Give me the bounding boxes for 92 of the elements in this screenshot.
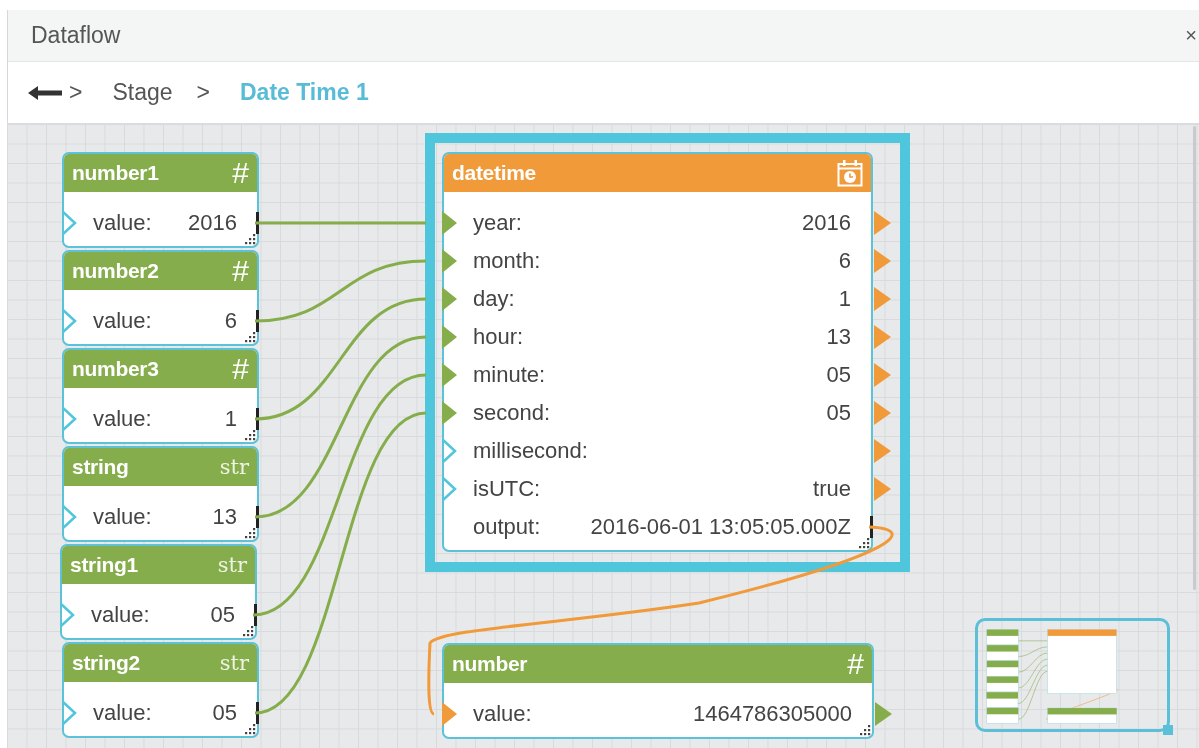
field-value: 6 (837, 248, 851, 274)
input-port-icon[interactable] (442, 249, 458, 273)
resize-grip-icon[interactable] (244, 723, 256, 735)
field-value: 05 (211, 700, 237, 726)
field-label: value: (93, 406, 152, 432)
input-port-icon[interactable] (442, 363, 458, 387)
node-card[interactable]: string2 str value: 05 (62, 642, 259, 738)
field-label: second: (473, 400, 551, 426)
input-port-icon[interactable] (442, 325, 458, 349)
input-port-icon[interactable] (442, 287, 458, 311)
output-port-handle[interactable] (256, 506, 259, 528)
panel-title: Dataflow (31, 22, 121, 49)
resize-handle[interactable] (1163, 725, 1173, 735)
field-value: 1 (837, 286, 851, 312)
type-symbol: # (232, 354, 249, 384)
input-port-icon[interactable] (62, 505, 78, 529)
field-label: value: (93, 504, 152, 530)
node-title: number3 (72, 357, 159, 381)
node-title: number (452, 652, 528, 676)
field-label: value: (93, 308, 152, 334)
field-value: 05 (209, 602, 235, 628)
resize-grip-icon[interactable] (244, 233, 256, 245)
field-label: value: (93, 700, 152, 726)
type-symbol: str (219, 455, 249, 479)
node-title: string2 (72, 651, 140, 675)
resize-grip-icon[interactable] (244, 331, 256, 343)
node-card[interactable]: number # value: 1464786305000 (442, 643, 874, 739)
input-port-icon[interactable] (60, 603, 76, 627)
node-card[interactable]: number1 # value: 2016 (62, 152, 259, 248)
field-label: minute: (473, 362, 546, 388)
breadcrumb-separator: > (196, 79, 210, 106)
node-title: datetime (452, 161, 536, 185)
breadcrumb-separator: > (69, 79, 83, 106)
type-symbol: str (217, 553, 247, 577)
field-value: 2016 (187, 210, 237, 236)
field-value: true (812, 476, 851, 502)
input-port-icon[interactable] (62, 407, 78, 431)
input-port-icon[interactable] (442, 211, 458, 235)
node-card[interactable]: number2 # value: 6 (62, 250, 259, 346)
type-symbol: # (232, 158, 249, 188)
resize-grip-icon[interactable] (242, 625, 254, 637)
resize-grip-icon[interactable] (858, 537, 870, 549)
field-label: year: (473, 210, 522, 236)
node-title: string (72, 455, 129, 479)
output-port-handle[interactable] (870, 516, 873, 538)
resize-grip-icon[interactable] (859, 724, 871, 736)
calendar-clock-icon (837, 159, 863, 187)
input-port-icon[interactable] (442, 439, 458, 463)
field-label: millisecond: (473, 438, 588, 464)
close-button[interactable]: × (1183, 24, 1199, 47)
field-value: 1 (223, 406, 237, 432)
output-port-handle[interactable] (256, 310, 259, 332)
field-value: 6 (223, 308, 237, 334)
node-title: string1 (70, 553, 138, 577)
breadcrumb-link[interactable]: Stage (112, 79, 173, 106)
field-value: 13 (211, 504, 237, 530)
field-label: isUTC: (473, 476, 541, 502)
field-label: hour: (473, 324, 524, 350)
resize-grip-icon[interactable] (244, 429, 256, 441)
field-label: value: (91, 602, 150, 628)
field-label: output: (473, 514, 541, 540)
input-port-icon[interactable] (62, 211, 78, 235)
input-port-icon[interactable] (442, 401, 458, 425)
node-title: number1 (72, 161, 159, 185)
field-value: 2016 (801, 210, 851, 236)
field-value: 05 (825, 362, 851, 388)
output-port-handle[interactable] (254, 604, 257, 626)
node-card[interactable]: datetime year: 2016 month: 6 day: 1 hour: 13 minute: 05 second: 05 millisecond: isUTC: true output: 2016-06-01 13:05:05.000Z (442, 152, 873, 552)
input-port-icon[interactable] (62, 309, 78, 333)
type-symbol: str (219, 651, 249, 675)
back-arrow-icon[interactable] (28, 84, 62, 101)
field-label: day: (473, 286, 515, 312)
resize-grip-icon[interactable] (244, 527, 256, 539)
field-label: value: (473, 701, 532, 727)
field-label: value: (93, 210, 152, 236)
node-title: number2 (72, 259, 159, 283)
node-card[interactable]: string str value: 13 (62, 446, 259, 542)
output-port-handle[interactable] (256, 702, 259, 724)
input-port-icon[interactable] (62, 701, 78, 725)
input-port-icon[interactable] (442, 702, 458, 726)
input-port-icon[interactable] (442, 477, 458, 501)
field-value: 2016-06-01 13:05:05.000Z (589, 514, 851, 540)
field-label: month: (473, 248, 541, 274)
field-value: 13 (825, 324, 851, 350)
type-symbol: # (232, 256, 249, 286)
output-port-handle[interactable] (256, 408, 259, 430)
type-symbol: # (847, 649, 864, 679)
node-card[interactable]: number3 # value: 1 (62, 348, 259, 444)
field-value: 1464786305000 (691, 701, 852, 727)
node-card[interactable]: string1 str value: 05 (60, 544, 257, 640)
output-port-handle[interactable] (256, 212, 259, 234)
field-value: 05 (825, 400, 851, 426)
